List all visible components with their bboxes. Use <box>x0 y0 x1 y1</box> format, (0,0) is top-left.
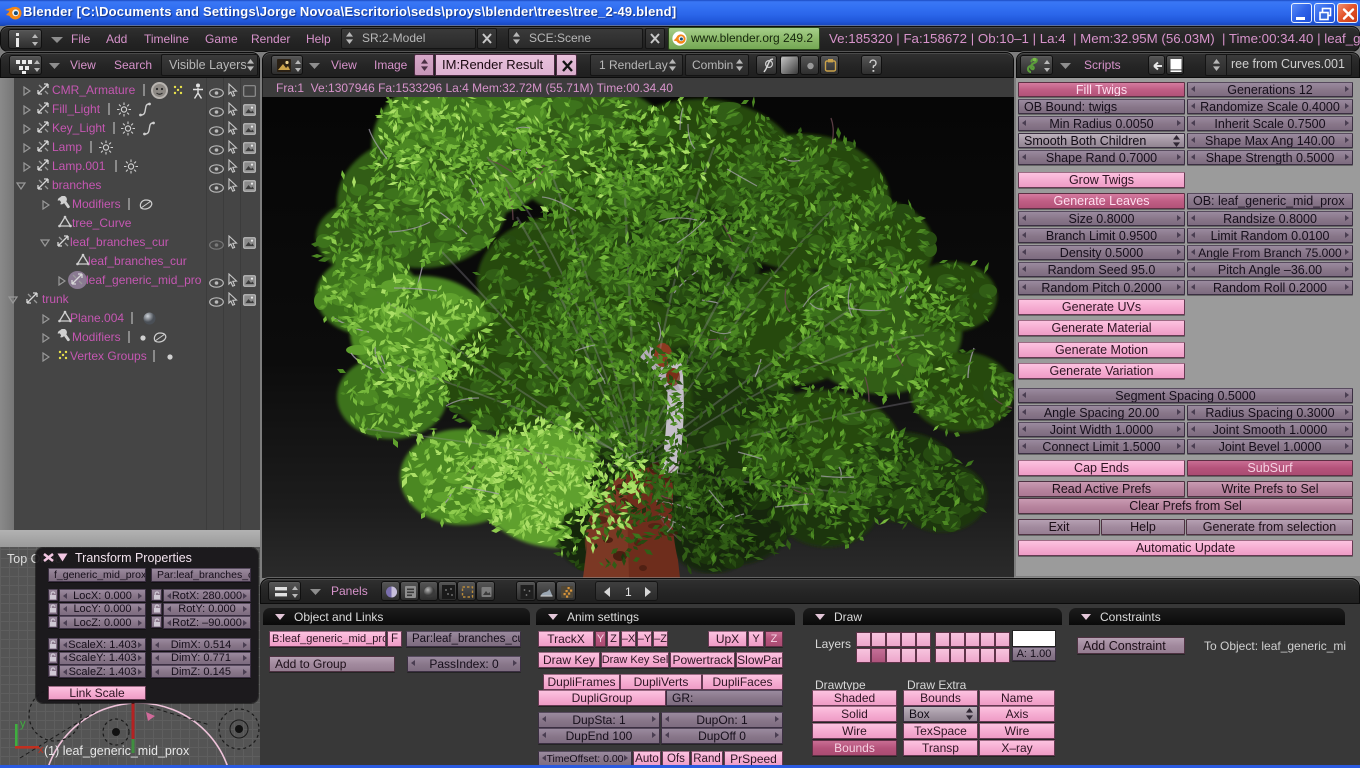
svg-text:1: 1 <box>625 585 632 599</box>
svg-text:y: y <box>20 718 26 730</box>
